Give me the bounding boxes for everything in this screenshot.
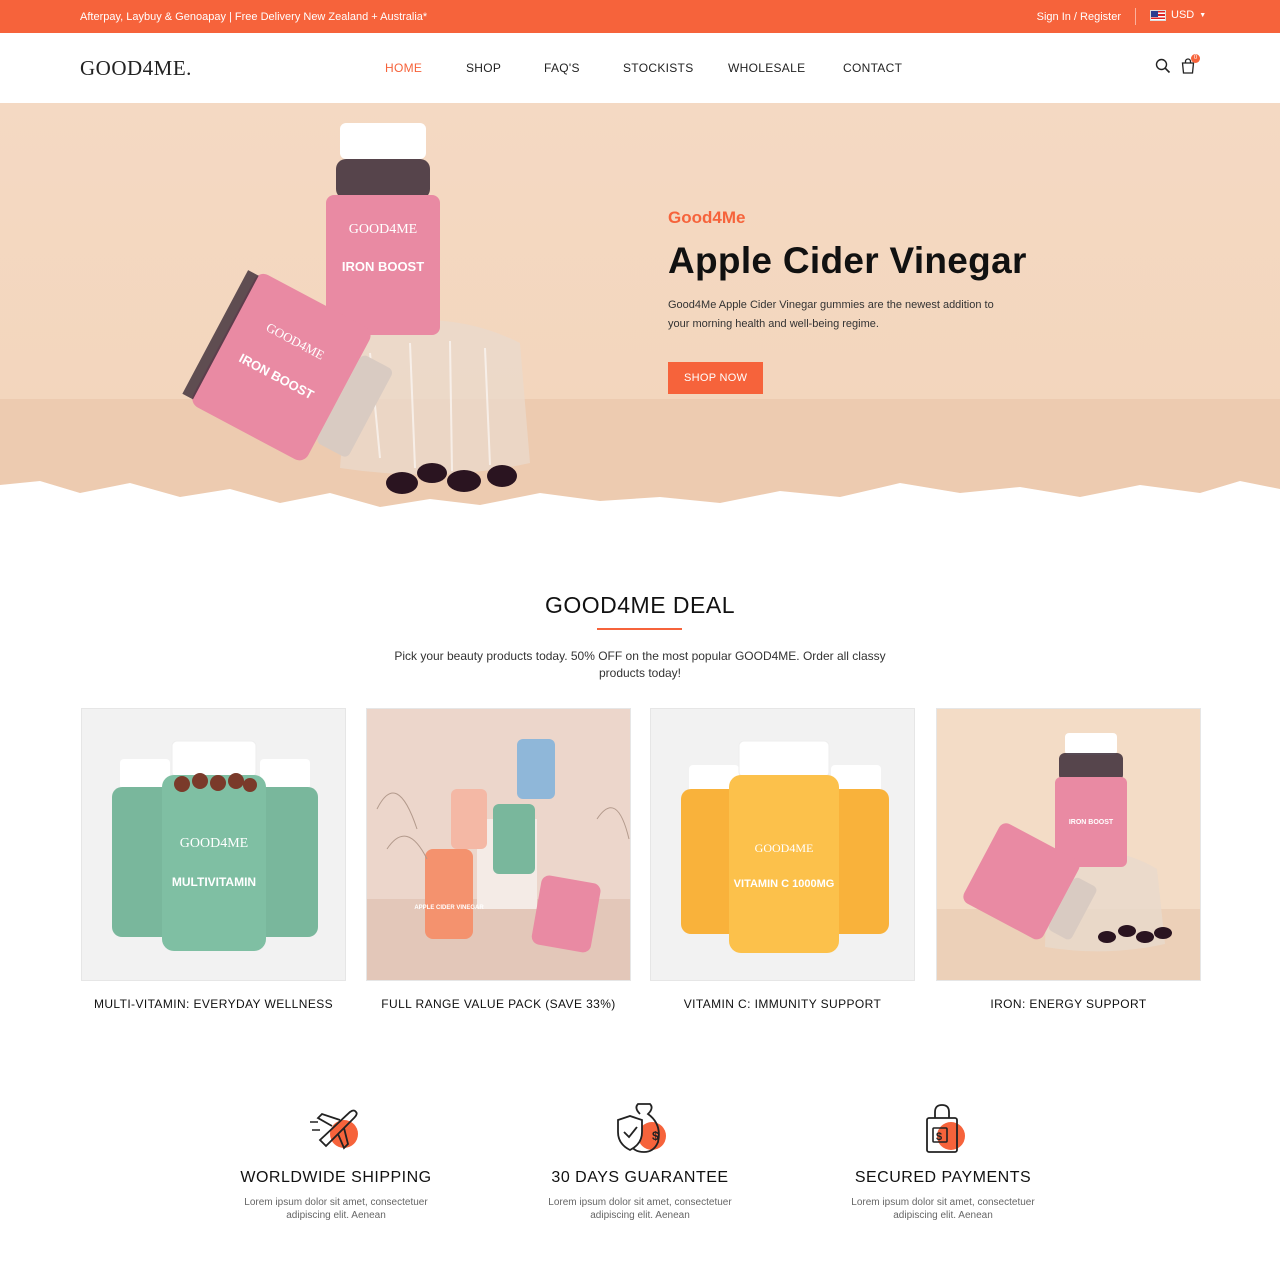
feature-title: 30 DAYS GUARANTEE	[551, 1169, 729, 1186]
feature-description: Lorem ipsum dolor sit amet, consectetuer…	[548, 1197, 732, 1221]
chevron-down-icon: ▼	[1199, 11, 1207, 19]
product-name[interactable]: VITAMIN C: IMMUNITY SUPPORT	[650, 997, 915, 1011]
torn-paper-edge	[0, 481, 1280, 533]
product-image[interactable]: GOOD4ME MULTIVITAMIN	[81, 708, 346, 981]
feature-secured-payments: $ SECURED PAYMENTS Lorem ipsum dolor sit…	[833, 1100, 1053, 1222]
product-bottle-brand: GOOD4ME	[755, 841, 814, 855]
product-bottle-label: VITAMIN C 1000MG	[734, 878, 835, 890]
feature-30-days-guarantee: $ 30 DAYS GUARANTEE Lorem ipsum dolor si…	[530, 1100, 750, 1222]
product-card-iron[interactable]: IRON BOOST IRON: ENERGY SUPPORT	[936, 708, 1201, 1011]
cart-count-badge: 0	[1191, 54, 1200, 63]
currency-label: USD	[1171, 9, 1195, 21]
product-name[interactable]: FULL RANGE VALUE PACK (SAVE 33%)	[366, 997, 631, 1011]
nav-shop[interactable]: SHOP	[466, 61, 501, 75]
hero-banner: GOOD4ME IRON BOOST GOOD4ME IRON BOOST Go…	[0, 103, 1280, 533]
nav-faqs[interactable]: FAQ'S	[544, 61, 580, 75]
nav-wholesale[interactable]: WHOLESALE	[728, 61, 805, 75]
deal-subtitle: Pick your beauty products today. 50% OFF…	[394, 649, 886, 680]
topbar-divider	[1135, 8, 1136, 25]
upright-bottle-brand: GOOD4ME	[349, 222, 417, 237]
product-bottle-label: MULTIVITAMIN	[172, 875, 256, 889]
nav-contact[interactable]: CONTACT	[843, 61, 902, 75]
sign-in-register-link[interactable]: Sign In / Register	[1037, 11, 1121, 23]
money-bag-shield-icon: $	[530, 1100, 750, 1156]
deal-section-title: GOOD4ME DEAL	[544, 592, 736, 618]
product-bottle-brand: GOOD4ME	[180, 836, 248, 851]
secure-bag-icon: $	[833, 1100, 1053, 1156]
product-card-full-range[interactable]: APPLE CIDER VINEGAR FULL RANGE VALUE PAC…	[366, 708, 631, 1011]
hero-content: Good4Me Apple Cider Vinegar Good4Me Appl…	[668, 208, 1028, 394]
nav-home[interactable]: HOME	[385, 61, 422, 75]
product-name[interactable]: IRON: ENERGY SUPPORT	[936, 997, 1201, 1011]
product-card-multivitamin[interactable]: GOOD4ME MULTIVITAMIN MULTI-VITAMIN: EVER…	[81, 708, 346, 1011]
cart-icon[interactable]: 0	[1181, 54, 1200, 79]
product-name[interactable]: MULTI-VITAMIN: EVERYDAY WELLNESS	[81, 997, 346, 1011]
feature-worldwide-shipping: WORLDWIDE SHIPPING Lorem ipsum dolor sit…	[226, 1100, 446, 1222]
shop-now-button[interactable]: SHOP NOW	[668, 362, 764, 394]
site-header: GOOD4ME. HOME SHOP FAQ'S STOCKISTS WHOLE…	[0, 33, 1280, 103]
site-logo[interactable]: GOOD4ME.	[80, 56, 192, 81]
us-flag-icon	[1150, 9, 1166, 21]
product-card-vitamin-c[interactable]: GOOD4ME VITAMIN C 1000MG VITAMIN C: IMMU…	[650, 708, 915, 1011]
upright-bottle-label: IRON BOOST	[342, 259, 424, 274]
hero-title: Apple Cider Vinegar	[668, 240, 1027, 281]
currency-selector[interactable]: USD ▼	[1150, 9, 1206, 21]
deal-title-underline	[597, 628, 682, 630]
feature-description: Lorem ipsum dolor sit amet, consectetuer…	[244, 1197, 428, 1221]
hero-description: Good4Me Apple Cider Vinegar gummies are …	[668, 299, 994, 330]
promo-text: Afterpay, Laybuy & Genoapay | Free Deliv…	[80, 11, 428, 23]
top-bar: Afterpay, Laybuy & Genoapay | Free Deliv…	[0, 0, 1280, 33]
svg-text:$: $	[936, 1131, 942, 1143]
product-image[interactable]: APPLE CIDER VINEGAR	[366, 708, 631, 981]
airplane-icon	[226, 1100, 446, 1156]
feature-description: Lorem ipsum dolor sit amet, consectetuer…	[851, 1197, 1035, 1221]
feature-title: SECURED PAYMENTS	[854, 1169, 1032, 1186]
feature-title: WORLDWIDE SHIPPING	[240, 1169, 432, 1186]
product-image[interactable]: IRON BOOST	[936, 708, 1201, 981]
svg-text:$: $	[652, 1129, 659, 1143]
product-bottle-label: APPLE CIDER VINEGAR	[414, 905, 484, 911]
product-bottle-label: IRON BOOST	[1069, 819, 1114, 826]
product-image[interactable]: GOOD4ME VITAMIN C 1000MG	[650, 708, 915, 981]
hero-kicker: Good4Me	[668, 208, 746, 227]
search-icon[interactable]	[1155, 58, 1171, 79]
nav-stockists[interactable]: STOCKISTS	[623, 61, 694, 75]
